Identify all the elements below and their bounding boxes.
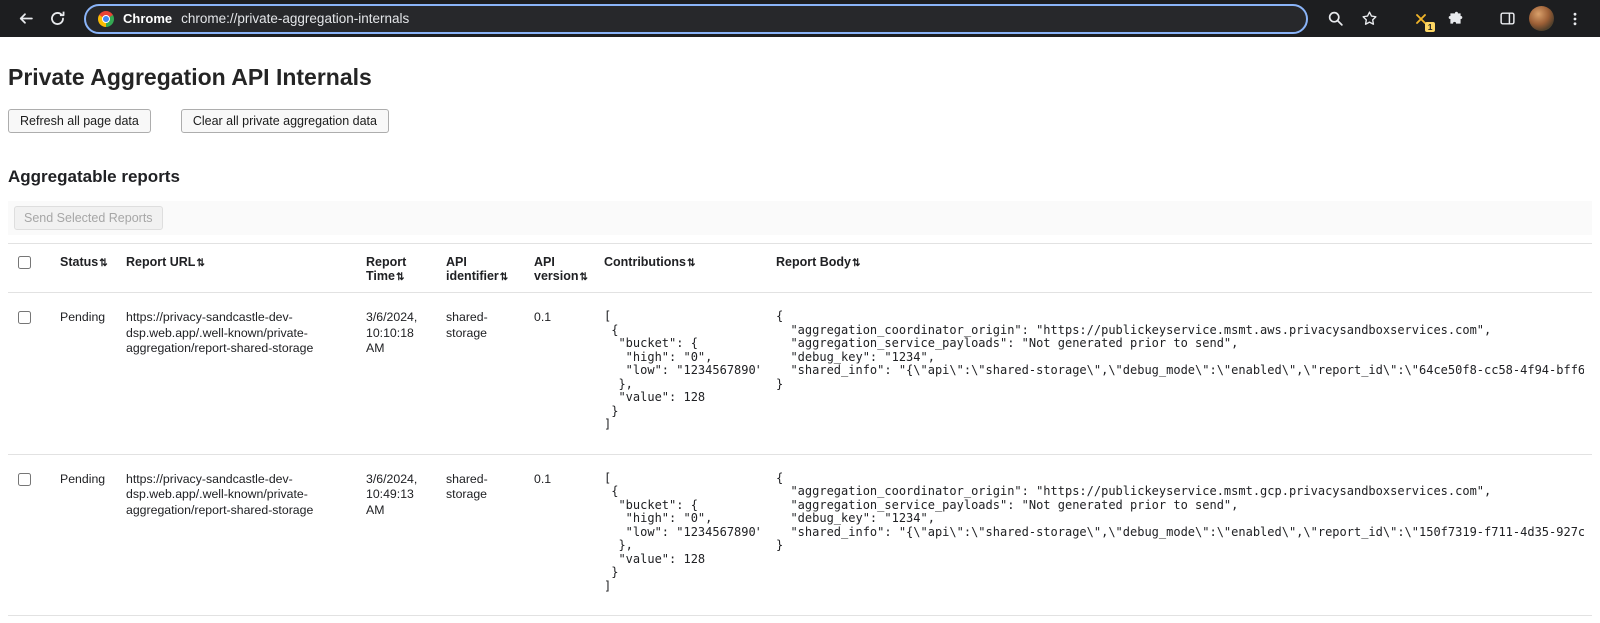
contributions-cell: [ { "bucket": { "high": "0", "low": "123… xyxy=(596,293,768,455)
extensions-button[interactable] xyxy=(1440,4,1470,34)
sort-icon: ⇅ xyxy=(687,258,695,269)
extension-badge: 1 xyxy=(1425,22,1435,32)
select-all-header xyxy=(8,244,52,293)
contributions-cell: [ { "bucket": { "high": "0", "low": "123… xyxy=(596,454,768,616)
profile-avatar xyxy=(1529,6,1554,31)
row-checkbox[interactable] xyxy=(18,311,31,324)
api-identifier-cell: shared-storage xyxy=(438,454,526,616)
pinned-extension-button[interactable]: 1 xyxy=(1406,4,1436,34)
row-select-cell xyxy=(8,454,52,616)
report-body-json: { "aggregation_coordinator_origin": "htt… xyxy=(776,310,1584,391)
side-panel-icon xyxy=(1499,10,1516,27)
status-cell: Pending xyxy=(52,454,118,616)
address-bar[interactable]: Chrome chrome://private-aggregation-inte… xyxy=(84,4,1308,34)
page-content: Private Aggregation API Internals Refres… xyxy=(0,64,1600,616)
sort-icon: ⇅ xyxy=(396,272,404,283)
omnibox-brand-label: Chrome xyxy=(123,11,172,26)
toolbar-right-icons: 1 xyxy=(1320,4,1590,34)
search-icon xyxy=(1327,10,1344,27)
header-api-identifier-label: API identifier xyxy=(446,255,499,283)
contributions-json: [ { "bucket": { "high": "0", "low": "123… xyxy=(604,310,760,432)
browser-menu-button[interactable] xyxy=(1560,4,1590,34)
status-cell: Pending xyxy=(52,293,118,455)
api-version-cell: 0.1 xyxy=(526,454,596,616)
header-api-version[interactable]: API version⇅ xyxy=(526,244,596,293)
back-icon xyxy=(17,10,34,27)
send-selected-reports-button[interactable]: Send Selected Reports xyxy=(14,206,163,230)
extensions-puzzle-icon xyxy=(1447,10,1464,27)
sort-icon: ⇅ xyxy=(500,272,508,283)
header-contributions[interactable]: Contributions⇅ xyxy=(596,244,768,293)
report-body-cell: { "aggregation_coordinator_origin": "htt… xyxy=(768,293,1592,455)
report-time-cell: 3/6/2024, 10:10:18 AM xyxy=(358,293,438,455)
bookmark-star-icon xyxy=(1361,10,1378,27)
section-title: Aggregatable reports xyxy=(8,167,1592,187)
sort-icon: ⇅ xyxy=(579,272,587,283)
header-report-body-label: Report Body xyxy=(776,255,851,269)
header-report-time[interactable]: Report Time⇅ xyxy=(358,244,438,293)
contributions-json: [ { "bucket": { "high": "0", "low": "123… xyxy=(604,472,760,594)
api-version-cell: 0.1 xyxy=(526,293,596,455)
sort-icon: ⇅ xyxy=(99,258,107,269)
sort-icon: ⇅ xyxy=(852,258,860,269)
api-identifier-cell: shared-storage xyxy=(438,293,526,455)
table-row: Pending https://privacy-sandcastle-dev-d… xyxy=(8,454,1592,616)
report-url-cell: https://privacy-sandcastle-dev-dsp.web.a… xyxy=(118,293,358,455)
header-api-identifier[interactable]: API identifier⇅ xyxy=(438,244,526,293)
report-body-cell: { "aggregation_coordinator_origin": "htt… xyxy=(768,454,1592,616)
sort-icon: ⇅ xyxy=(196,258,204,269)
header-api-version-label: API version xyxy=(534,255,578,283)
table-controls: Send Selected Reports xyxy=(8,201,1592,235)
header-status[interactable]: Status⇅ xyxy=(52,244,118,293)
select-all-checkbox[interactable] xyxy=(18,256,31,269)
table-header-row: Status⇅ Report URL⇅ Report Time⇅ API ide… xyxy=(8,244,1592,293)
report-body-json: { "aggregation_coordinator_origin": "htt… xyxy=(776,472,1584,553)
row-checkbox[interactable] xyxy=(18,473,31,486)
reload-button[interactable] xyxy=(42,4,72,34)
side-panel-button[interactable] xyxy=(1492,4,1522,34)
bookmark-button[interactable] xyxy=(1354,4,1384,34)
zoom-button[interactable] xyxy=(1320,4,1350,34)
menu-kebab-icon xyxy=(1567,11,1583,27)
chrome-logo-icon xyxy=(98,11,114,27)
report-time-cell: 3/6/2024, 10:49:13 AM xyxy=(358,454,438,616)
page-buttons: Refresh all page data Clear all private … xyxy=(8,109,1592,133)
reports-table: Status⇅ Report URL⇅ Report Time⇅ API ide… xyxy=(8,243,1592,616)
header-contributions-label: Contributions xyxy=(604,255,686,269)
back-button[interactable] xyxy=(10,4,40,34)
refresh-all-button[interactable]: Refresh all page data xyxy=(8,109,151,133)
header-report-body[interactable]: Report Body⇅ xyxy=(768,244,1592,293)
header-status-label: Status xyxy=(60,255,98,269)
header-report-url[interactable]: Report URL⇅ xyxy=(118,244,358,293)
profile-button[interactable] xyxy=(1526,4,1556,34)
reload-icon xyxy=(49,10,66,27)
clear-all-button[interactable]: Clear all private aggregation data xyxy=(181,109,389,133)
page-title: Private Aggregation API Internals xyxy=(8,64,1592,91)
omnibox-url-text: chrome://private-aggregation-internals xyxy=(181,11,409,26)
row-select-cell xyxy=(8,293,52,455)
report-url-cell: https://privacy-sandcastle-dev-dsp.web.a… xyxy=(118,454,358,616)
table-row: Pending https://privacy-sandcastle-dev-d… xyxy=(8,293,1592,455)
header-report-url-label: Report URL xyxy=(126,255,195,269)
browser-toolbar: Chrome chrome://private-aggregation-inte… xyxy=(0,0,1600,37)
